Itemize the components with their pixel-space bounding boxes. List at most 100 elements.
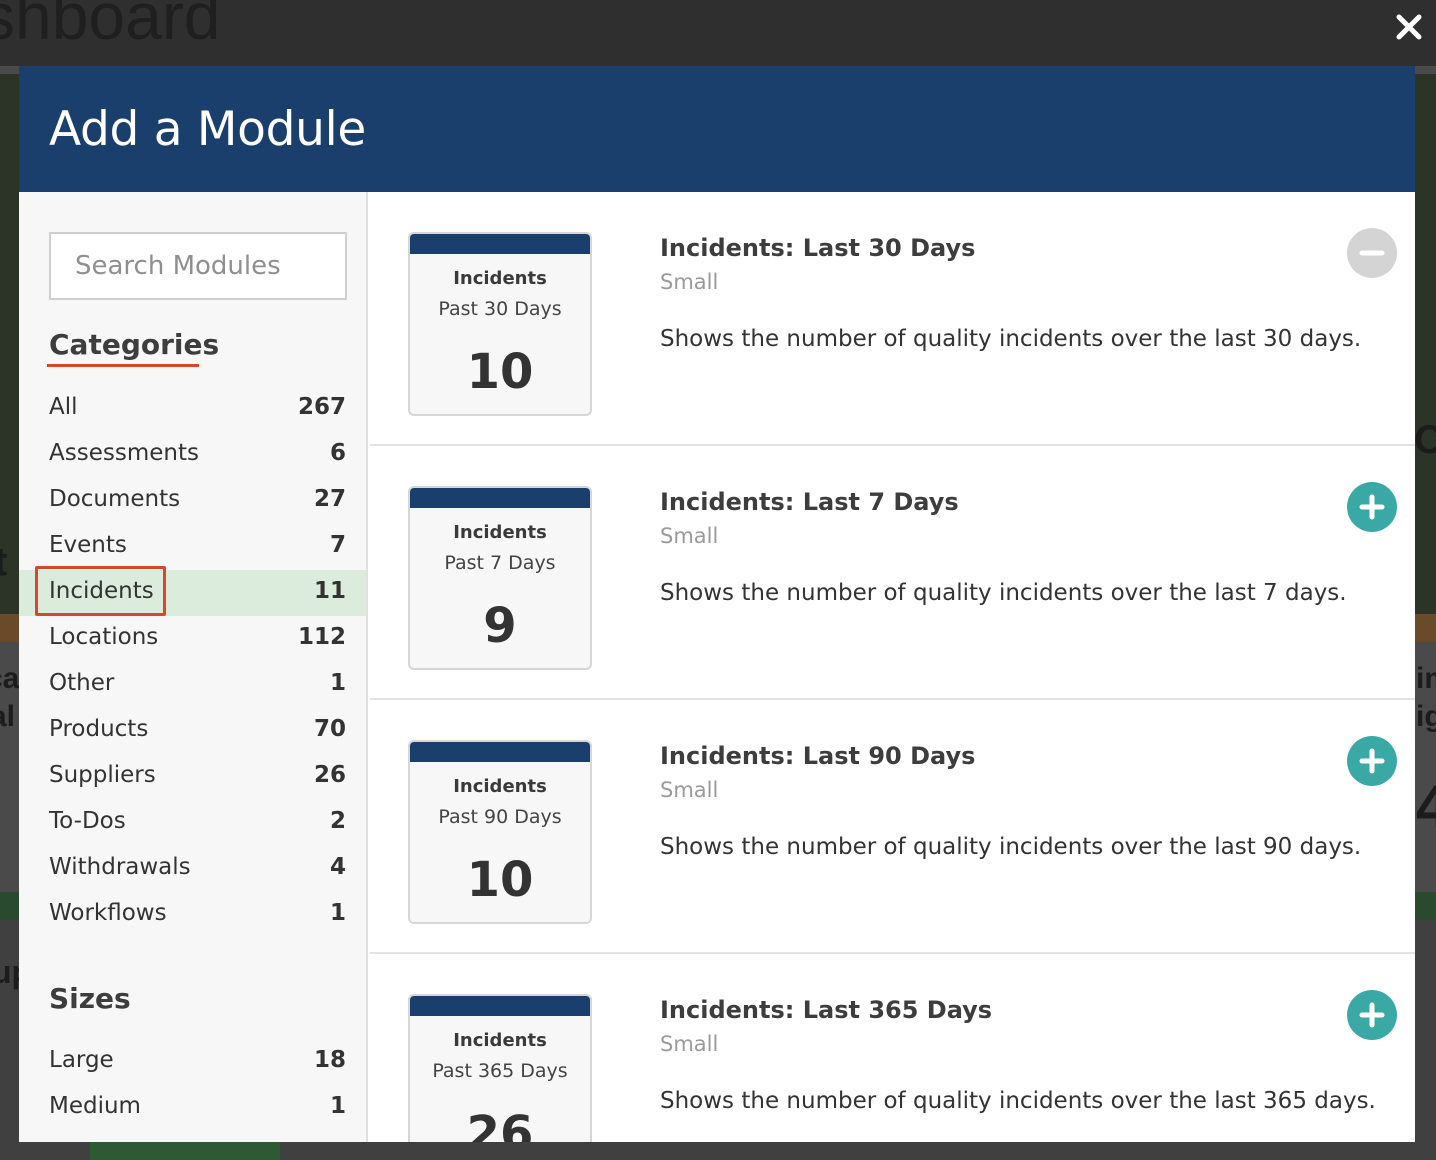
category-item-documents[interactable]: Documents 27 <box>19 478 366 524</box>
size-item-count: 18 <box>313 1047 346 1073</box>
category-item-to-dos[interactable]: To-Dos 2 <box>19 800 366 846</box>
dialog-title: Add a Module <box>49 102 366 157</box>
plus-icon <box>1359 494 1385 520</box>
category-item-label: Locations <box>49 624 159 650</box>
background-text-fragment: t <box>0 540 8 584</box>
module-description: Shows the number of quality incidents ov… <box>660 1088 1376 1114</box>
remove-module-button[interactable] <box>1347 228 1397 278</box>
category-item-label: Documents <box>49 486 181 512</box>
size-item-count: 1 <box>329 1093 346 1119</box>
category-item-label: Events <box>49 532 127 558</box>
preview-title: Incidents <box>453 268 547 289</box>
category-item-count: 1 <box>329 670 346 696</box>
category-item-products[interactable]: Products 70 <box>19 708 366 754</box>
category-item-label: Assessments <box>49 440 199 466</box>
size-item-medium[interactable]: Medium 1 <box>19 1085 366 1131</box>
category-item-count: 4 <box>329 854 346 880</box>
module-preview-card: Incidents Past 30 Days 10 <box>408 232 592 416</box>
category-item-events[interactable]: Events 7 <box>19 524 366 570</box>
plus-icon <box>1359 748 1385 774</box>
preview-value: 10 <box>466 344 534 400</box>
category-item-count: 26 <box>313 762 346 788</box>
module-name: Incidents: Last 30 Days <box>660 234 976 262</box>
preview-header-bar <box>410 488 590 508</box>
background-text-fragment: ca <box>0 662 20 695</box>
size-item-label: Large <box>49 1047 114 1073</box>
module-name: Incidents: Last 7 Days <box>660 488 959 516</box>
preview-subtitle: Past 7 Days <box>444 552 556 574</box>
module-name: Incidents: Last 90 Days <box>660 742 976 770</box>
search-modules-input[interactable] <box>49 232 347 300</box>
module-preview-card: Incidents Past 90 Days 10 <box>408 740 592 924</box>
preview-subtitle: Past 30 Days <box>438 298 562 320</box>
module-preview-card: Incidents Past 7 Days 9 <box>408 486 592 670</box>
categories-underline <box>47 364 199 367</box>
category-item-count: 112 <box>297 624 346 650</box>
category-item-suppliers[interactable]: Suppliers 26 <box>19 754 366 800</box>
preview-header-bar <box>410 996 590 1016</box>
category-item-count: 267 <box>297 394 346 420</box>
dialog-header: Add a Module <box>19 66 1415 192</box>
plus-icon <box>1359 1002 1385 1028</box>
close-icon <box>1396 14 1422 40</box>
preview-header-bar <box>410 742 590 762</box>
category-item-label: Other <box>49 670 115 696</box>
add-module-button[interactable] <box>1347 990 1397 1040</box>
background-button <box>90 1142 280 1160</box>
background-text-fragment: im <box>1416 662 1436 695</box>
module-description: Shows the number of quality incidents ov… <box>660 834 1362 860</box>
category-item-label: To-Dos <box>49 808 126 834</box>
background-text-fragment: ig <box>1416 700 1436 733</box>
category-item-label: All <box>49 394 78 420</box>
module-row: Incidents Past 30 Days 10 Incidents: Last 3… <box>370 192 1415 446</box>
module-description: Shows the number of quality incidents ov… <box>660 580 1347 606</box>
module-row: Incidents Past 90 Days 10 Incidents: Last 9… <box>370 700 1415 954</box>
module-size: Small <box>660 778 719 802</box>
close-button[interactable] <box>1392 10 1426 44</box>
category-item-count: 70 <box>313 716 346 742</box>
preview-title: Incidents <box>453 522 547 543</box>
module-description: Shows the number of quality incidents ov… <box>660 326 1362 352</box>
category-item-assessments[interactable]: Assessments 6 <box>19 432 366 478</box>
size-item-label: Medium <box>49 1093 141 1119</box>
preview-header-bar <box>410 234 590 254</box>
category-item-label: Suppliers <box>49 762 156 788</box>
preview-value: 26 <box>466 1106 534 1142</box>
module-size: Small <box>660 524 719 548</box>
category-item-workflows[interactable]: Workflows 1 <box>19 892 366 938</box>
filter-sidebar: Categories All267Assessments6Documents27… <box>19 192 368 1142</box>
add-module-button[interactable] <box>1347 482 1397 532</box>
module-size: Small <box>660 1032 719 1056</box>
add-module-dialog: Add a Module Categories All267Assessment… <box>19 66 1415 1142</box>
background-text-fragment: O <box>1414 418 1436 462</box>
module-row: Incidents Past 365 Days 26 Incidents: Last … <box>370 954 1415 1142</box>
category-item-label: Workflows <box>49 900 167 926</box>
categories-heading: Categories <box>49 328 220 361</box>
module-preview-card: Incidents Past 365 Days 26 <box>408 994 592 1142</box>
category-item-count: 2 <box>329 808 346 834</box>
sizes-heading: Sizes <box>49 982 131 1015</box>
category-item-count: 1 <box>329 900 346 926</box>
category-item-count: 6 <box>329 440 346 466</box>
category-item-incidents[interactable]: Incidents 11 <box>19 570 366 616</box>
preview-value: 9 <box>483 598 517 654</box>
category-item-count: 11 <box>313 578 346 604</box>
module-list: Incidents Past 30 Days 10 Incidents: Last 3… <box>370 192 1415 1142</box>
category-item-locations[interactable]: Locations 112 <box>19 616 366 662</box>
category-item-other[interactable]: Other 1 <box>19 662 366 708</box>
preview-title: Incidents <box>453 776 547 797</box>
preview-title: Incidents <box>453 1030 547 1051</box>
module-row: Incidents Past 7 Days 9 Incidents: Last 7 D… <box>370 446 1415 700</box>
preview-subtitle: Past 90 Days <box>438 806 562 828</box>
preview-value: 10 <box>466 852 534 908</box>
category-item-withdrawals[interactable]: Withdrawals 4 <box>19 846 366 892</box>
category-item-all[interactable]: All 267 <box>19 386 366 432</box>
background-page-title: shboard <box>0 0 221 53</box>
category-item-count: 7 <box>329 532 346 558</box>
minus-icon <box>1359 250 1385 256</box>
size-item-large[interactable]: Large 18 <box>19 1039 366 1085</box>
category-item-count: 27 <box>313 486 346 512</box>
category-item-label: Incidents <box>49 578 154 604</box>
add-module-button[interactable] <box>1347 736 1397 786</box>
background-text-fragment: 4 <box>1416 773 1436 840</box>
